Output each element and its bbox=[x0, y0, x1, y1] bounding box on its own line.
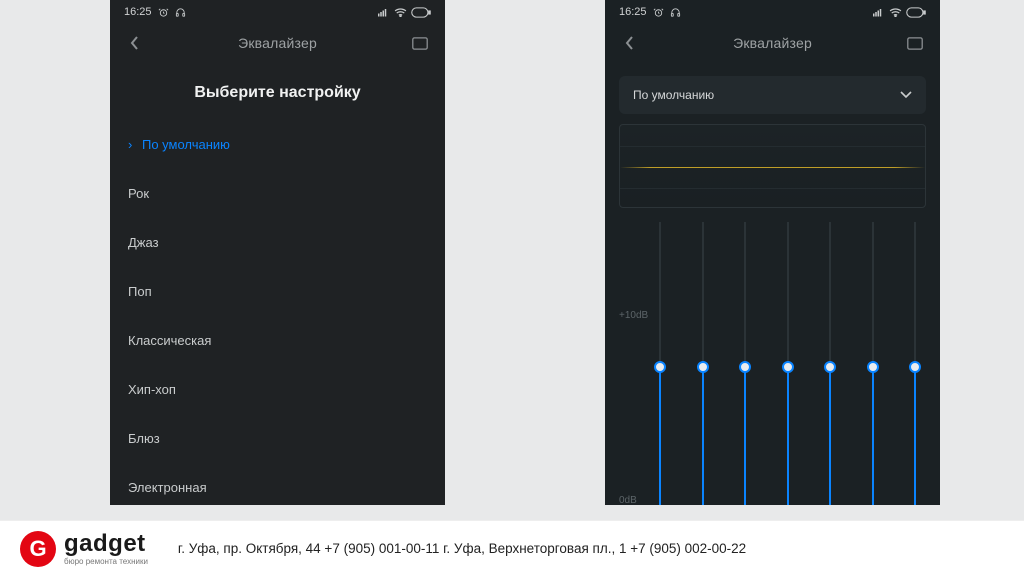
slider-thumb[interactable] bbox=[697, 361, 709, 373]
preset-item[interactable]: Электронная bbox=[128, 463, 427, 505]
eq-band-slider[interactable] bbox=[738, 222, 752, 505]
phone-screenshot-presets: 16:25 Эквалайзер Выберите настройку По у… bbox=[110, 0, 445, 505]
slider-thumb[interactable] bbox=[867, 361, 879, 373]
preset-item[interactable]: Классическая bbox=[128, 316, 427, 365]
preset-item[interactable]: Рок bbox=[128, 169, 427, 218]
eq-band-slider[interactable] bbox=[653, 222, 667, 505]
frequency-response-graph bbox=[619, 124, 926, 208]
preset-item[interactable]: По умолчанию bbox=[128, 120, 427, 169]
cast-icon[interactable] bbox=[409, 32, 431, 54]
back-button[interactable] bbox=[619, 32, 641, 54]
slider-thumb[interactable] bbox=[909, 361, 921, 373]
preset-dropdown-label: По умолчанию bbox=[633, 88, 714, 102]
section-title: Выберите настройку bbox=[110, 84, 445, 102]
slider-thumb[interactable] bbox=[782, 361, 794, 373]
phone-screenshot-equalizer: 16:25 Эквалайзер По умолчанию +10dB 0dB bbox=[605, 0, 940, 505]
wifi-icon bbox=[394, 7, 407, 17]
status-bar: 16:25 bbox=[605, 0, 940, 24]
preset-dropdown[interactable]: По умолчанию bbox=[619, 76, 926, 114]
signal-icon bbox=[873, 7, 885, 17]
signal-icon bbox=[378, 7, 390, 17]
status-time: 16:25 bbox=[124, 6, 152, 18]
preset-list: По умолчаниюРокДжазПопКлассическаяХип-хо… bbox=[110, 120, 445, 505]
db-label-top: +10dB bbox=[619, 310, 648, 321]
back-button[interactable] bbox=[124, 32, 146, 54]
alarm-icon bbox=[653, 7, 664, 18]
alarm-icon bbox=[158, 7, 169, 18]
brand-logo: G gadget бюро ремонта техники bbox=[20, 531, 148, 567]
preset-item[interactable]: Джаз bbox=[128, 218, 427, 267]
headphones-icon bbox=[670, 7, 681, 18]
slider-thumb[interactable] bbox=[654, 361, 666, 373]
nav-bar: Эквалайзер bbox=[605, 24, 940, 62]
battery-icon bbox=[906, 7, 926, 18]
preset-item[interactable]: Хип-хоп bbox=[128, 365, 427, 414]
status-time: 16:25 bbox=[619, 6, 647, 18]
brand-mark: G bbox=[20, 531, 56, 567]
cast-icon[interactable] bbox=[904, 32, 926, 54]
chevron-down-icon bbox=[900, 88, 912, 102]
eq-band-slider[interactable] bbox=[781, 222, 795, 505]
response-curve bbox=[620, 167, 925, 168]
db-label-bottom: 0dB bbox=[619, 495, 637, 505]
page-title: Эквалайзер bbox=[641, 35, 904, 51]
headphones-icon bbox=[175, 7, 186, 18]
brand-name: gadget bbox=[64, 532, 148, 556]
page-title: Эквалайзер bbox=[146, 35, 409, 51]
preset-item[interactable]: Блюз bbox=[128, 414, 427, 463]
footer: G gadget бюро ремонта техники г. Уфа, пр… bbox=[0, 520, 1024, 576]
eq-band-slider[interactable] bbox=[908, 222, 922, 505]
battery-icon bbox=[411, 7, 431, 18]
eq-band-slider[interactable] bbox=[823, 222, 837, 505]
footer-contacts: г. Уфа, пр. Октября, 44 +7 (905) 001-00-… bbox=[178, 541, 746, 556]
eq-band-slider[interactable] bbox=[866, 222, 880, 505]
preset-item[interactable]: Поп bbox=[128, 267, 427, 316]
status-bar: 16:25 bbox=[110, 0, 445, 24]
nav-bar: Эквалайзер bbox=[110, 24, 445, 62]
slider-thumb[interactable] bbox=[739, 361, 751, 373]
wifi-icon bbox=[889, 7, 902, 17]
equalizer-sliders: +10dB 0dB bbox=[619, 222, 926, 505]
brand-tagline: бюро ремонта техники bbox=[64, 558, 148, 566]
eq-band-slider[interactable] bbox=[696, 222, 710, 505]
slider-thumb[interactable] bbox=[824, 361, 836, 373]
